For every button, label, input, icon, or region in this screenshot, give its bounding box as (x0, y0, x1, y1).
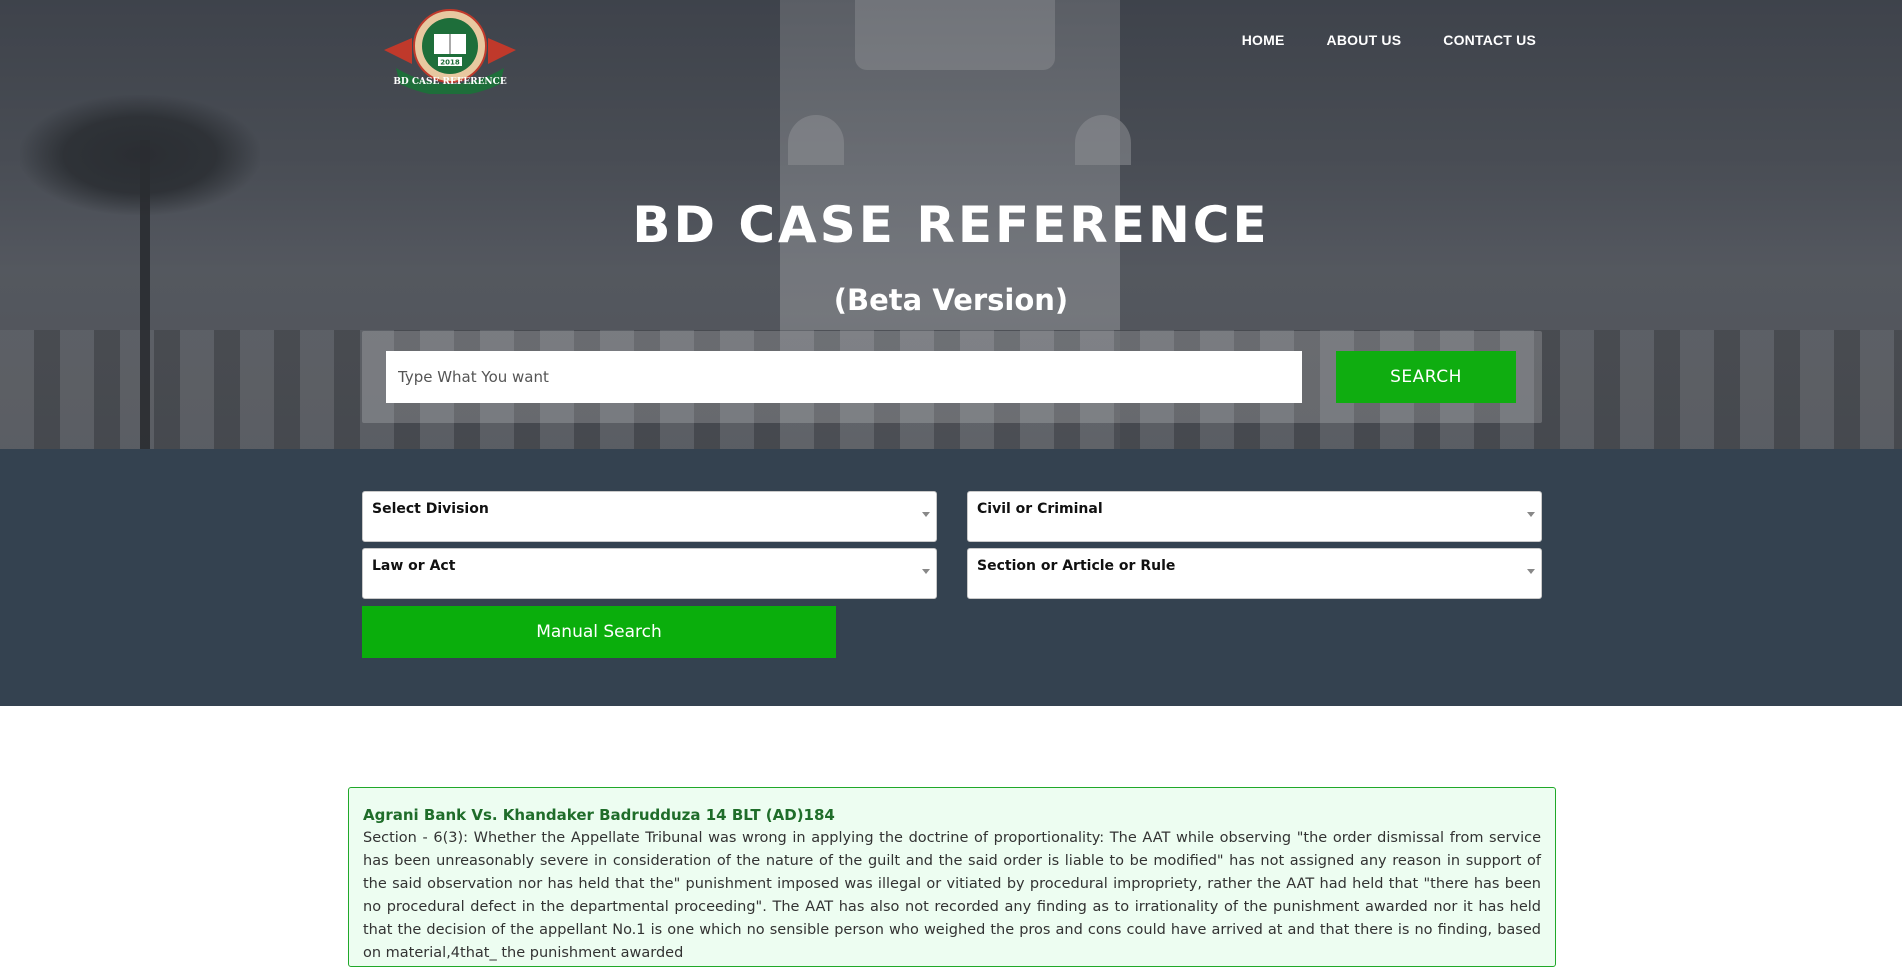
hero-subtitle: (Beta Version) (833, 283, 1069, 317)
top-nav: HOME ABOUT US CONTACT US (1242, 32, 1536, 48)
case-type-select-label: Civil or Criminal (977, 501, 1103, 517)
section-select[interactable]: Section or Article or Rule (967, 548, 1542, 599)
case-type-select[interactable]: Civil or Criminal (967, 491, 1542, 542)
nav-contact-us[interactable]: CONTACT US (1443, 32, 1536, 48)
result-title[interactable]: Agrani Bank Vs. Khandaker Badrudduza 14 … (363, 806, 1541, 824)
result-body: Section - 6(3): Whether the Appellate Tr… (363, 830, 1541, 961)
division-select-label: Select Division (372, 501, 489, 517)
hero-title: BD CASE REFERENCE (632, 196, 1270, 254)
search-button[interactable]: SEARCH (1336, 351, 1516, 403)
logo-emblem-icon: 2018 BD CASE REFERENCE (384, 9, 516, 96)
site-logo[interactable]: 2018 BD CASE REFERENCE (382, 8, 518, 96)
law-select-label: Law or Act (372, 558, 456, 574)
manual-search-button[interactable]: Manual Search (362, 606, 836, 658)
search-panel: SEARCH (362, 331, 1542, 423)
filter-section: Select Division Civil or Criminal Law or… (0, 449, 1902, 706)
nav-about-us[interactable]: ABOUT US (1327, 32, 1402, 48)
svg-text:2018: 2018 (440, 59, 460, 67)
chevron-down-icon (1527, 512, 1535, 517)
chevron-down-icon (922, 512, 930, 517)
search-input[interactable] (386, 351, 1302, 403)
law-select[interactable]: Law or Act (362, 548, 937, 599)
section-select-label: Section or Article or Rule (977, 558, 1176, 574)
hero-banner: 2018 BD CASE REFERENCE HOME ABOUT US CON… (0, 0, 1902, 449)
chevron-down-icon (922, 569, 930, 574)
result-card[interactable]: Agrani Bank Vs. Khandaker Badrudduza 14 … (348, 787, 1556, 967)
chevron-down-icon (1527, 569, 1535, 574)
nav-home[interactable]: HOME (1242, 32, 1285, 48)
svg-text:BD CASE REFERENCE: BD CASE REFERENCE (393, 77, 507, 87)
division-select[interactable]: Select Division (362, 491, 937, 542)
